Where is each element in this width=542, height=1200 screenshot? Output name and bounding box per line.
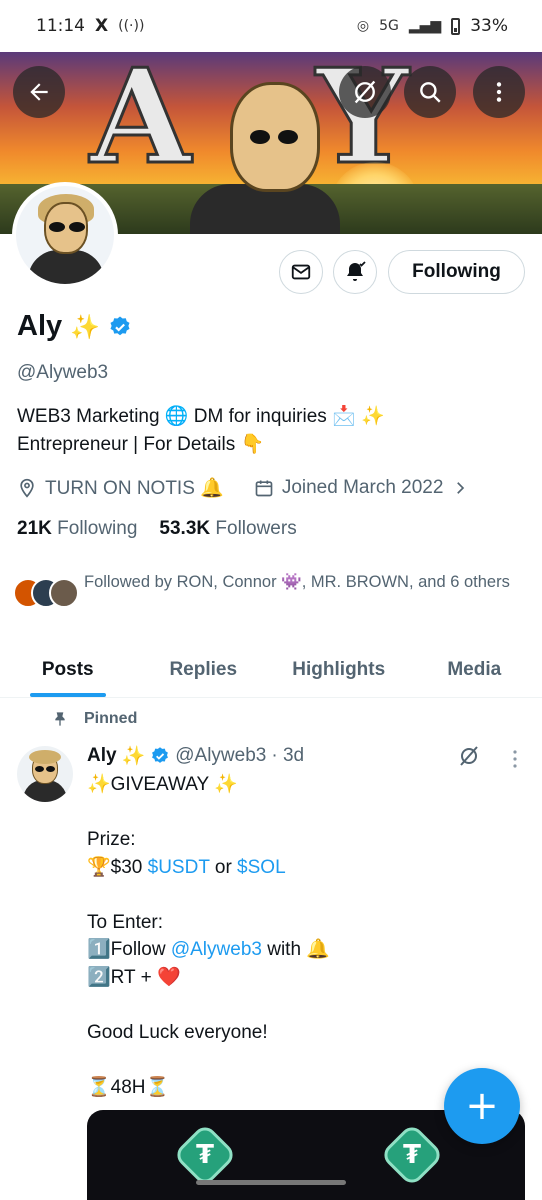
bio-line: WEB3 Marketing 🌐 DM for inquiries 📩 ✨	[17, 406, 385, 427]
followers-label: Followers	[215, 518, 297, 539]
wifi-calling-icon: ◎	[356, 18, 370, 34]
following-label: Following	[57, 518, 138, 539]
signal-icon: ▂▄▆	[408, 18, 442, 34]
following-stat[interactable]: 21K Following	[17, 518, 137, 540]
network-type: 5G	[379, 18, 399, 34]
tab-replies[interactable]: Replies	[136, 642, 272, 697]
back-arrow-icon	[30, 83, 48, 101]
banner-glasses	[250, 130, 306, 144]
tether-coin-icon: ₮	[379, 1122, 445, 1188]
tweet-handle[interactable]: @Alyweb3	[175, 745, 266, 767]
bio-line: Entrepreneur | For Details 👇	[17, 434, 265, 455]
joined-date: Joined March 2022	[281, 477, 444, 498]
tweet-author[interactable]: Aly	[87, 745, 117, 767]
search-button[interactable]	[404, 66, 456, 118]
follower-avatars	[13, 570, 81, 608]
mail-icon	[291, 264, 311, 280]
prize-text: 🏆$30	[87, 856, 148, 878]
cashtag-usdt[interactable]: $USDT	[148, 857, 210, 878]
more-vertical-icon	[513, 750, 517, 768]
enter-step-1: 1️⃣Follow	[87, 939, 171, 960]
tweet-author-emoji: ✨	[121, 746, 146, 767]
back-button[interactable]	[13, 66, 65, 118]
mention-link[interactable]: @Alyweb3	[171, 939, 262, 960]
avatar	[49, 578, 79, 608]
tether-coin-icon: ₮	[172, 1122, 238, 1188]
more-vertical-icon	[496, 82, 502, 102]
grok-button[interactable]	[339, 66, 391, 118]
following-button[interactable]: Following	[388, 250, 525, 294]
tweet-avatar[interactable]	[17, 746, 73, 802]
display-name: Aly	[17, 310, 63, 342]
tweet-line: 2️⃣RT + ❤️	[87, 966, 181, 988]
bell-check-icon	[347, 261, 366, 281]
battery-icon	[451, 17, 461, 35]
calendar-icon	[255, 480, 273, 497]
name-emoji: ✨	[70, 312, 101, 341]
location-pin-icon	[20, 478, 34, 498]
battery-level: 33%	[470, 16, 508, 36]
tweet-line: Prize:	[87, 829, 136, 850]
followers-stat[interactable]: 53.3K Followers	[159, 518, 296, 540]
pin-icon	[55, 712, 65, 726]
tweet-time[interactable]: · 3d	[271, 745, 304, 767]
profile-tabs: Posts Replies Highlights Media	[0, 642, 542, 698]
profile-avatar[interactable]	[12, 182, 118, 288]
profile-stats: 21K Following 53.3K Followers	[17, 518, 297, 540]
tweet-line: 1️⃣Follow @Alyweb3 with 🔔	[87, 936, 517, 964]
tweet-line: To Enter:	[87, 911, 164, 933]
profile-location: TURN ON NOTIS 🔔	[45, 478, 224, 499]
grok-icon	[354, 80, 376, 104]
profile-handle: @Alyweb3	[17, 362, 109, 383]
message-button[interactable]	[279, 250, 323, 294]
more-options-button[interactable]	[473, 66, 525, 118]
profile-meta: TURN ON NOTIS 🔔 Joined March 2022	[17, 476, 469, 500]
tweet-line: 🏆$30 $USDT or $SOL	[87, 854, 517, 882]
pinned-text: Pinned	[84, 710, 138, 727]
following-count: 21K	[17, 518, 52, 539]
tweet-header: Aly ✨ @Alyweb3 · 3d	[87, 744, 304, 768]
followers-count: 53.3K	[159, 518, 211, 539]
verified-badge-icon[interactable]	[108, 315, 132, 339]
profile-bio: WEB3 Marketing 🌐 DM for inquiries 📩 ✨ En…	[17, 403, 522, 459]
clock: 11:14	[36, 16, 85, 36]
tab-media[interactable]: Media	[407, 642, 542, 697]
x-logo-icon: X	[95, 16, 109, 36]
tweet-grok-button[interactable]	[457, 744, 481, 772]
compose-button[interactable]: +	[444, 1068, 520, 1144]
chevron-right-icon[interactable]	[451, 479, 469, 497]
tab-posts[interactable]: Posts	[0, 642, 136, 697]
home-indicator[interactable]	[196, 1180, 346, 1185]
followed-by[interactable]: Followed by RON, Connor 👾, MR. BROWN, an…	[13, 570, 513, 608]
verified-badge-icon	[152, 747, 169, 763]
avatar-body	[28, 250, 104, 284]
followed-by-text: Followed by RON, Connor 👾, MR. BROWN, an…	[84, 573, 510, 591]
tweet-line: Good Luck everyone!	[87, 1021, 268, 1043]
tweet-body: ✨GIVEAWAY ✨ Prize: 🏆$30 $USDT or $SOL To…	[87, 771, 517, 1101]
tweet-line: ✨GIVEAWAY ✨	[87, 774, 238, 795]
avatar-glasses	[49, 222, 85, 232]
hotspot-icon: ((·))	[118, 18, 145, 34]
search-icon	[420, 82, 441, 103]
profile-name-row: Aly ✨	[17, 310, 132, 343]
pinned-label: Pinned	[52, 710, 137, 728]
tab-highlights[interactable]: Highlights	[271, 642, 407, 697]
enter-step-1-suffix: with 🔔	[261, 939, 330, 960]
status-bar: 11:14 X ((·)) ◎ 5G ▂▄▆ 33%	[0, 0, 542, 52]
prize-or: or	[209, 856, 238, 878]
notifications-button[interactable]	[333, 250, 377, 294]
grok-icon	[460, 746, 478, 766]
cashtag-sol[interactable]: $SOL	[237, 857, 286, 878]
